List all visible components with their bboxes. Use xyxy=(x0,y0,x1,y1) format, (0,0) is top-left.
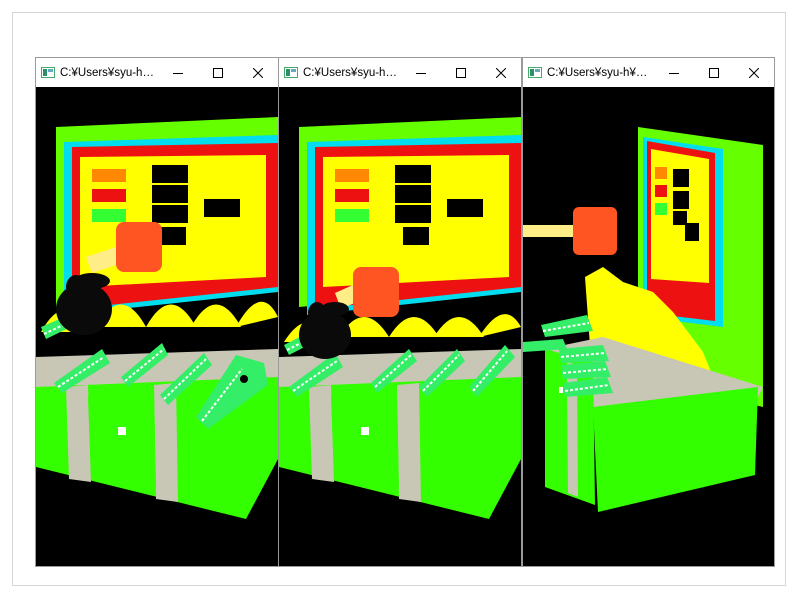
hammer-head xyxy=(353,267,399,317)
app-icon xyxy=(284,67,298,78)
door-handle xyxy=(361,427,369,435)
window-titlebar[interactable]: C:¥Users¥syu-h¥Downl... xyxy=(279,58,521,87)
score-display xyxy=(395,165,431,183)
maximize-icon xyxy=(213,67,223,78)
app-icon xyxy=(41,67,55,78)
hits-display xyxy=(152,205,188,223)
window-titlebar[interactable]: C:¥Users¥syu-h¥Downl... xyxy=(36,58,278,87)
score-display xyxy=(152,165,188,183)
timer-display xyxy=(673,191,689,209)
maximize-icon xyxy=(709,67,719,78)
minimize-icon xyxy=(173,72,183,74)
game-window-2[interactable]: C:¥Users¥syu-h¥Downl... xyxy=(278,57,522,567)
yellow-pipe xyxy=(191,304,241,327)
window-title: C:¥Users¥syu-h¥Downl... xyxy=(60,66,158,79)
black-mole xyxy=(299,302,351,359)
whack-a-mole-scene xyxy=(523,127,763,512)
hits-display xyxy=(395,205,431,223)
hammer-head xyxy=(116,222,162,272)
yellow-pipe xyxy=(479,314,521,337)
green-indicator xyxy=(92,209,126,222)
window-controls xyxy=(158,58,278,87)
game-window-1[interactable]: C:¥Users¥syu-h¥Downl... xyxy=(35,57,279,567)
window-controls xyxy=(401,58,521,87)
timer-display xyxy=(152,185,188,203)
gray-pillar xyxy=(397,383,421,502)
close-button[interactable] xyxy=(238,58,278,87)
level-display xyxy=(673,211,687,225)
gray-pillar xyxy=(309,385,334,482)
green-indicator xyxy=(655,203,667,215)
yellow-pipe xyxy=(389,317,439,337)
minimize-icon xyxy=(416,72,426,74)
hits-display xyxy=(685,223,699,241)
mode-display xyxy=(204,199,240,217)
hammer-head xyxy=(573,207,617,255)
green-indicator xyxy=(335,209,369,222)
close-icon xyxy=(496,67,506,78)
window-controls xyxy=(654,58,774,87)
game-viewport[interactable] xyxy=(36,87,278,566)
orange-indicator xyxy=(92,169,126,182)
yellow-pipe xyxy=(434,317,484,337)
green-door xyxy=(331,393,399,487)
timer-display xyxy=(395,185,431,203)
orange-indicator xyxy=(655,167,667,179)
window-title: C:¥Users¥syu-h¥Downl... xyxy=(303,66,401,79)
whack-a-mole-scene xyxy=(279,117,521,519)
yellow-pipe xyxy=(236,301,278,327)
level-display xyxy=(403,227,429,245)
gray-pillar xyxy=(66,385,91,482)
minimize-button[interactable] xyxy=(158,58,198,87)
red-indicator xyxy=(335,189,369,202)
game-viewport[interactable] xyxy=(523,87,774,566)
window-title: C:¥Users¥syu-h¥Downl... xyxy=(547,66,654,79)
app-icon xyxy=(528,67,542,78)
door-handle xyxy=(559,387,563,393)
orange-indicator xyxy=(335,169,369,182)
minimize-icon xyxy=(669,72,679,74)
green-door xyxy=(88,393,156,487)
close-icon xyxy=(253,67,263,78)
screenshot-frame: C:¥Users¥syu-h¥Downl... xyxy=(12,12,786,586)
cabinet-side xyxy=(593,387,758,512)
maximize-button[interactable] xyxy=(694,58,734,87)
red-indicator xyxy=(92,189,126,202)
maximize-button[interactable] xyxy=(441,58,481,87)
game-viewport[interactable] xyxy=(279,87,521,566)
mode-display xyxy=(447,199,483,217)
minimize-button[interactable] xyxy=(401,58,441,87)
door-handle xyxy=(118,427,126,435)
whack-a-mole-scene xyxy=(36,117,278,519)
game-window-3[interactable]: C:¥Users¥syu-h¥Downl... xyxy=(522,57,775,567)
close-button[interactable] xyxy=(481,58,521,87)
level-display xyxy=(160,227,186,245)
window-titlebar[interactable]: C:¥Users¥syu-h¥Downl... xyxy=(523,58,774,87)
minimize-button[interactable] xyxy=(654,58,694,87)
close-icon xyxy=(749,67,759,78)
maximize-button[interactable] xyxy=(198,58,238,87)
crocodile-1 xyxy=(541,315,593,337)
maximize-icon xyxy=(456,67,466,78)
red-indicator xyxy=(655,185,667,197)
score-display xyxy=(673,169,689,187)
close-button[interactable] xyxy=(734,58,774,87)
yellow-pipe xyxy=(146,304,196,327)
